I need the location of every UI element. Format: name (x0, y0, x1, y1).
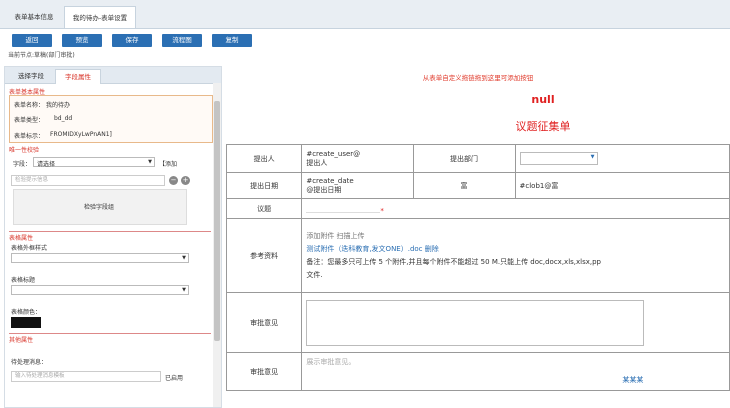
proposer-cell[interactable]: #create_user@ 提出人 (301, 144, 414, 173)
table-row: 审批意见 (225, 292, 730, 353)
dept-label: 提出部门 (412, 144, 516, 173)
null-text: null (531, 93, 555, 106)
pending-message-input[interactable]: 输入待处理消息模板 (11, 371, 161, 382)
clob-cell[interactable]: #clob1@富 (514, 172, 730, 199)
opinion-label: 审批意见 (225, 292, 303, 353)
chevron-down-icon: ▼ (182, 287, 186, 293)
form-name-label: 表单名称： (14, 102, 45, 109)
form-title: 议题征集单 (515, 120, 571, 133)
opinion-label-2: 审批意见 (225, 352, 303, 391)
field-select[interactable]: 请选择 ▼ (33, 157, 155, 168)
left-panel-tabs: 选择字段 字段属性 (5, 67, 221, 84)
opinion-textarea[interactable] (306, 299, 645, 346)
save-button[interactable]: 保存 (112, 34, 152, 47)
tab-select-field[interactable]: 选择字段 (9, 69, 53, 83)
opinion-display-cell: 展示审批意见。 某某某 (301, 352, 730, 391)
table-title-label: 表格标题 (11, 277, 36, 284)
date-name: @提出日期 (306, 185, 342, 194)
current-node-breadcrumb: 当前节点:草稿(部门审批) (8, 52, 75, 59)
table-row: 审批意见 展示审批意见。 某某某 (225, 352, 730, 391)
dept-select[interactable]: ▼ (519, 152, 598, 165)
proposer-var: #create_user@ (306, 149, 361, 158)
left-panel-scrollbar[interactable] (213, 83, 221, 407)
table-border-style-label: 表格外框样式 (11, 245, 48, 252)
topic-input[interactable] (306, 202, 381, 213)
table-row: 参考资料 添加附件 扫描上传 测试附件（迭科教育,发文ONE）.doc 删除 备… (225, 218, 730, 293)
section-unique-check: 唯一性校验 (9, 147, 40, 154)
date-label: 提出日期 (225, 172, 303, 199)
table-row: 提出日期 #create_date @提出日期 富 #clob1@富 (225, 172, 730, 199)
check-field-group-label: 检验字段组 (84, 204, 115, 211)
form-type-value: bd_dd (54, 115, 73, 122)
rich-label: 富 (412, 172, 516, 199)
field-select-value: 请选择 (37, 161, 56, 168)
required-star: * (380, 207, 384, 215)
minus-icon[interactable]: − (169, 176, 178, 185)
plus-icon[interactable]: + (181, 176, 190, 185)
section-other-attr: 其他属性 (9, 337, 34, 344)
attachment-file-link[interactable]: 测试附件（迭科教育,发文ONE）.doc 删除 (306, 243, 725, 256)
field-properties-panel: 选择字段 字段属性 表单基本属性 表单名称： 我的待办 表单类型： bd_dd … (4, 66, 222, 408)
topic-label: 议题 (225, 198, 303, 219)
chevron-down-icon: ▼ (590, 154, 595, 160)
top-tab-bar: 表单基本信息 我的待办-表单设置 (0, 0, 730, 29)
table-row: 议题 * (225, 198, 730, 219)
section-table-attr: 表格属性 (9, 235, 34, 242)
field-label: 字段： (13, 161, 32, 168)
attachment-note: 备注：您最多只可上传 5 个附件,并且每个附件不能超过 50 M.只能上传 do… (306, 257, 601, 266)
form-table: 提出人 #create_user@ 提出人 提出部门 ▼ 提出日期 #create… (225, 144, 730, 391)
date-cell[interactable]: #create_date @提出日期 (301, 172, 414, 199)
attachment-note-end: 文件. (306, 270, 323, 279)
divider (9, 333, 211, 334)
table-color-swatch[interactable] (11, 317, 41, 328)
opinion-cell (301, 292, 730, 353)
pending-message-label: 待处理消息： (11, 359, 48, 366)
dept-cell[interactable]: ▼ (514, 144, 730, 173)
tab-form-basic-info[interactable]: 表单基本信息 (4, 6, 64, 28)
table-title-select[interactable]: ▼ (11, 285, 189, 295)
form-design-area: 从表单自定义拖链拖到这里可添加按钮 null 议题征集单 提出人 #create… (225, 66, 730, 408)
flowchart-button[interactable]: 流程图 (162, 34, 202, 47)
reference-cell: 添加附件 扫描上传 测试附件（迭科教育,发文ONE）.doc 删除 备注：您最多… (301, 218, 730, 293)
back-button[interactable]: 返回 (12, 34, 52, 47)
topic-cell[interactable]: * (301, 198, 730, 219)
signer-name: 某某某 (622, 376, 644, 384)
proposer-label: 提出人 (225, 144, 303, 173)
date-var: #create_date (306, 176, 354, 185)
form-mark-label: 表单标示： (14, 133, 45, 140)
divider (9, 231, 211, 232)
check-hint-input[interactable]: 检验提示信息 (11, 175, 165, 186)
reference-label: 参考资料 (225, 218, 303, 293)
toolbar: 返回 预览 保存 流程图 复制 (0, 34, 730, 48)
enabled-label: 已启用 (165, 375, 184, 382)
tab-field-attributes[interactable]: 字段属性 (55, 69, 101, 84)
form-basic-box: 表单名称： 我的待办 表单类型： bd_dd 表单标示： FROMIDXyLwP… (9, 95, 213, 143)
table-border-style-select[interactable]: ▼ (11, 253, 189, 263)
copy-button[interactable]: 复制 (212, 34, 252, 47)
proposer-name: 提出人 (306, 158, 328, 167)
form-type-label: 表单类型： (14, 117, 45, 124)
opinion-placeholder: 展示审批意见。 (306, 358, 356, 366)
preview-button[interactable]: 预览 (62, 34, 102, 47)
form-name-value: 我的待办 (46, 102, 71, 109)
check-field-group[interactable]: 检验字段组 (13, 189, 187, 225)
scrollbar-thumb[interactable] (214, 101, 220, 341)
tab-form-settings[interactable]: 我的待办-表单设置 (64, 6, 136, 28)
chevron-down-icon: ▼ (182, 255, 186, 261)
table-row: 提出人 #create_user@ 提出人 提出部门 ▼ (225, 144, 730, 173)
table-color-label: 表格颜色： (11, 309, 42, 316)
form-mark-value: FROMIDXyLwPnAN1] (50, 131, 112, 138)
attachment-actions[interactable]: 添加附件 扫描上传 (306, 230, 725, 243)
drag-hint: 从表单自定义拖链拖到这里可添加按钮 (422, 74, 534, 82)
chevron-down-icon: ▼ (148, 159, 152, 165)
add-link[interactable]: 【添加 (159, 159, 177, 168)
